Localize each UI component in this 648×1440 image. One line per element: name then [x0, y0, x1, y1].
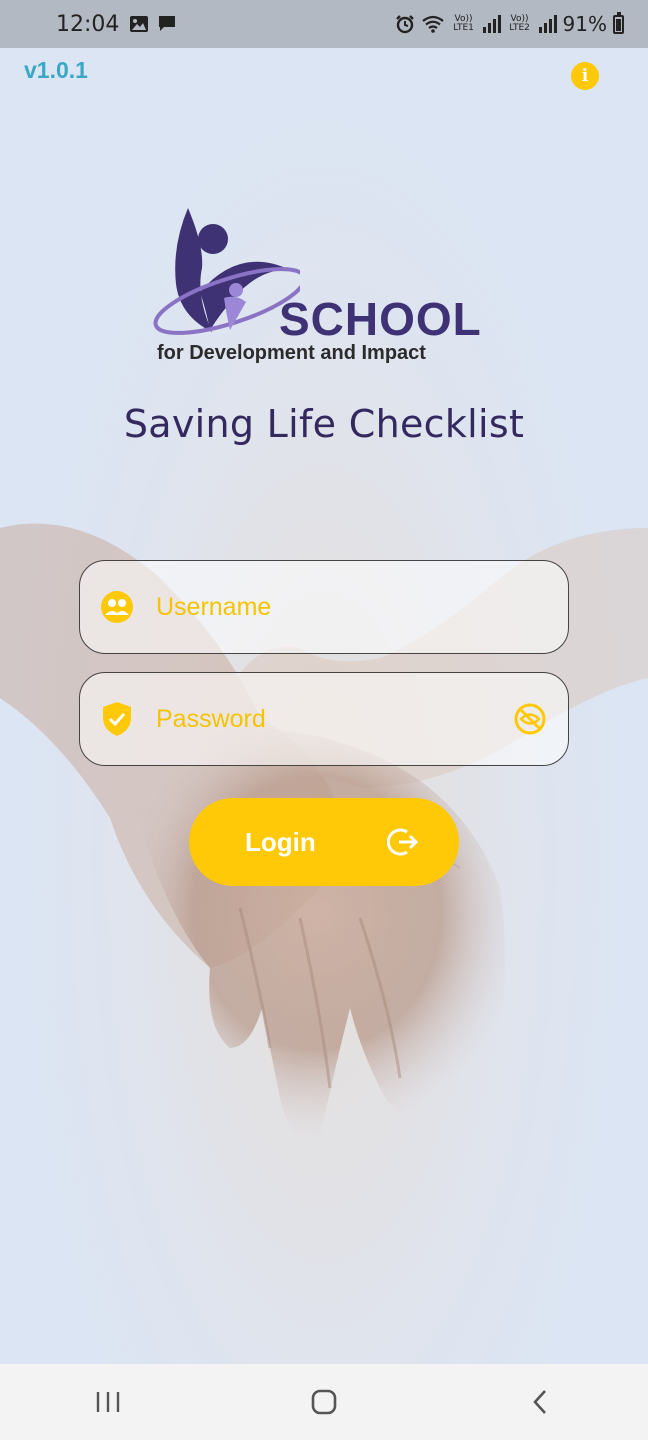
sim2-label: Vo)) LTE2 — [509, 14, 530, 33]
status-time: 12:04 — [56, 11, 120, 37]
home-icon[interactable] — [284, 1372, 364, 1432]
info-icon[interactable]: i — [571, 62, 599, 90]
status-bar: 12:04 Vo)) LTE1 Vo)) LTE2 91% — [0, 0, 648, 48]
battery-percent: 91% — [562, 12, 607, 36]
alarm-icon — [395, 15, 414, 34]
logo-figure-icon — [153, 208, 300, 335]
username-input[interactable] — [154, 591, 548, 623]
signal1-icon — [482, 15, 501, 33]
chat-icon — [159, 16, 176, 31]
login-screen: v1.0.1 i SCHOOL for Development and Impa… — [0, 48, 648, 1364]
battery-icon — [613, 11, 624, 34]
username-field[interactable] — [79, 560, 569, 654]
eye-off-icon[interactable] — [512, 701, 548, 737]
signal2-icon — [538, 15, 557, 33]
recent-apps-icon[interactable] — [68, 1372, 148, 1432]
page-title: Saving Life Checklist — [123, 402, 525, 446]
wifi-icon — [421, 15, 444, 33]
school-logo: SCHOOL for Development and Impact — [150, 206, 500, 366]
back-icon[interactable] — [500, 1372, 580, 1432]
gallery-icon — [130, 16, 149, 32]
password-input[interactable] — [154, 703, 512, 735]
password-field[interactable] — [79, 672, 569, 766]
logout-arrow-icon — [387, 828, 419, 856]
version-label: v1.0.1 — [24, 57, 88, 83]
system-nav-bar — [0, 1364, 648, 1440]
sim1-label: Vo)) LTE1 — [453, 14, 474, 33]
login-button[interactable]: Login — [189, 798, 459, 886]
login-label: Login — [245, 826, 316, 857]
logo-name: SCHOOL — [279, 293, 482, 345]
logo-tagline: for Development and Impact — [157, 342, 426, 364]
user-group-icon — [100, 590, 134, 624]
shield-check-icon — [100, 702, 134, 736]
